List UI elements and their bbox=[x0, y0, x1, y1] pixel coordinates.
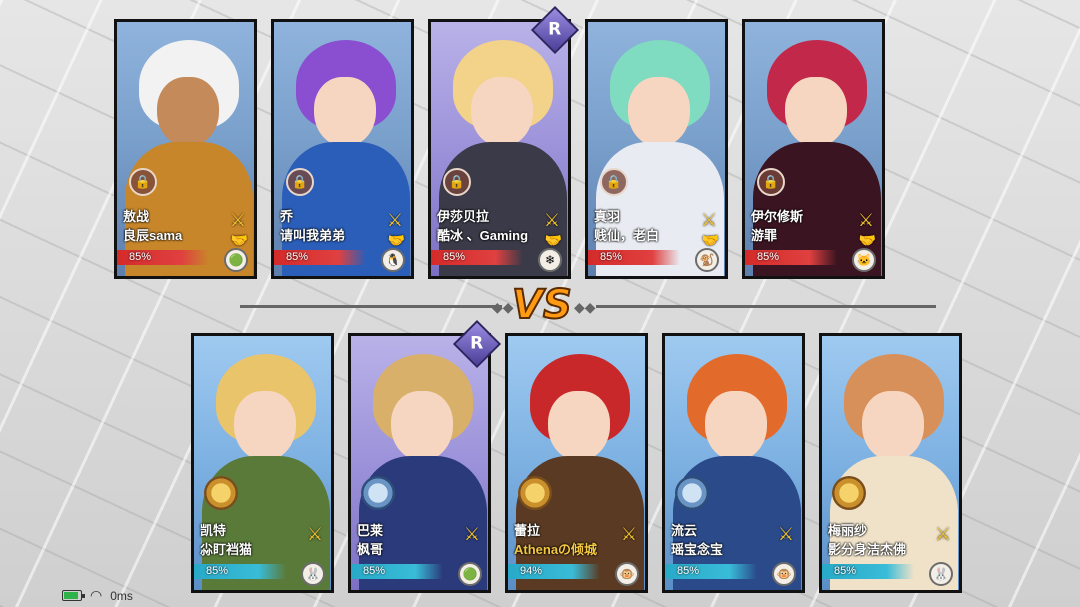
player-avatar: 🐱 bbox=[852, 248, 876, 272]
player-name: 枫哥 bbox=[357, 542, 384, 557]
handshake-icon: 🤝 bbox=[544, 232, 562, 248]
load-progress: 85% bbox=[757, 251, 780, 263]
load-progress: 94% bbox=[520, 565, 543, 577]
hero-card-bottom-4[interactable]: 流云 瑶宝念宝 ⚔ 85% 🐵 bbox=[662, 333, 805, 593]
rank-medal-icon bbox=[675, 476, 709, 510]
sword-icon: ⚔ bbox=[777, 524, 794, 544]
sword-icon: ⚔ bbox=[386, 210, 403, 230]
rank-medal-icon bbox=[204, 476, 238, 510]
lock-icon: 🔒 bbox=[129, 168, 157, 196]
sword-icon: ⚔ bbox=[934, 524, 951, 544]
sword-icon: ⚔ bbox=[306, 524, 323, 544]
hero-card-top-1[interactable]: 🔒 敖战 良辰sama ⚔ 🤝 85% 🟢 bbox=[114, 19, 257, 279]
hero-card-bottom-5[interactable]: 梅丽纱 影分身洁杰佛 ⚔ 85% 🐰 bbox=[819, 333, 962, 593]
hero-card-top-2[interactable]: 🔒 乔 请叫我弟弟 ⚔ 🤝 85% 🐧 bbox=[271, 19, 414, 279]
vs-divider-right bbox=[596, 305, 936, 308]
sword-icon: ⚔ bbox=[620, 524, 637, 544]
hero-name: 蕾拉 bbox=[514, 523, 541, 538]
sword-icon: ⚔ bbox=[463, 524, 480, 544]
hero-name: 敖战 bbox=[123, 209, 150, 224]
player-name: 尛盯裆猫 bbox=[200, 542, 253, 557]
sword-icon: ⚔ bbox=[543, 210, 560, 230]
hero-card-bottom-1[interactable]: 凯特 尛盯裆猫 ⚔ 85% 🐰 bbox=[191, 333, 334, 593]
handshake-icon: 🤝 bbox=[701, 232, 719, 248]
hero-name: 流云 bbox=[671, 523, 698, 538]
load-progress: 85% bbox=[834, 565, 857, 577]
vs-divider-left bbox=[240, 305, 502, 308]
hero-name: 凯特 bbox=[200, 523, 227, 538]
handshake-icon: 🤝 bbox=[230, 232, 248, 248]
vs-text: VS bbox=[511, 281, 573, 329]
wifi-icon: ◠ bbox=[90, 587, 103, 603]
player-avatar: 🐰 bbox=[301, 562, 325, 586]
divider-arrow-left-icon: ◆◆ bbox=[492, 299, 514, 315]
lock-icon: 🔒 bbox=[600, 168, 628, 196]
hero-card-bottom-3[interactable]: 蕾拉 Athenaの倾城 ⚔ 94% 🐵 bbox=[505, 333, 648, 593]
load-progress: 85% bbox=[443, 251, 466, 263]
lock-icon: 🔒 bbox=[757, 168, 785, 196]
player-avatar: 🐰 bbox=[929, 562, 953, 586]
load-progress: 85% bbox=[677, 565, 700, 577]
bottom-team: 凯特 尛盯裆猫 ⚔ 85% 🐰 巴莱 枫哥 ⚔ 85% 🟢 蕾拉 Athenaの… bbox=[191, 333, 962, 593]
hero-name: 巴莱 bbox=[357, 523, 384, 538]
divider-arrow-right-icon: ◆◆ bbox=[574, 299, 596, 315]
rank-medal-icon bbox=[832, 476, 866, 510]
hero-name: 梅丽纱 bbox=[828, 523, 868, 538]
rank-medal-icon bbox=[361, 476, 395, 510]
load-progress: 85% bbox=[206, 565, 229, 577]
battery-icon bbox=[62, 590, 85, 601]
player-name: 影分身洁杰佛 bbox=[828, 542, 907, 557]
player-name: 贱仙，老白 bbox=[594, 228, 660, 243]
player-avatar: 🟢 bbox=[224, 248, 248, 272]
hero-card-top-4[interactable]: 🔒 真羽 贱仙，老白 ⚔ 🤝 85% 🐒 bbox=[585, 19, 728, 279]
player-name: 游罪 bbox=[751, 228, 778, 243]
player-avatar: 🐧 bbox=[381, 248, 405, 272]
player-name: 酷冰 、Gaming bbox=[437, 228, 529, 243]
handshake-icon: 🤝 bbox=[858, 232, 876, 248]
player-avatar: ❄ bbox=[538, 248, 562, 272]
player-name: 请叫我弟弟 bbox=[280, 228, 346, 243]
ping-value: 0ms bbox=[110, 588, 133, 603]
player-name: 瑶宝念宝 bbox=[671, 542, 724, 557]
hero-card-bottom-2[interactable]: 巴莱 枫哥 ⚔ 85% 🟢 bbox=[348, 333, 491, 593]
vs-emblem: VS bbox=[511, 281, 573, 329]
hero-name: 真羽 bbox=[594, 209, 621, 224]
hero-card-top-5[interactable]: 🔒 伊尔修斯 游罪 ⚔ 🤝 85% 🐱 bbox=[742, 19, 885, 279]
player-name: 良辰sama bbox=[123, 228, 183, 243]
hero-card-top-3[interactable]: 🔒 伊莎贝拉 酷冰 、Gaming ⚔ 🤝 85% ❄ bbox=[428, 19, 571, 279]
sword-icon: ⚔ bbox=[857, 210, 874, 230]
top-team: 🔒 敖战 良辰sama ⚔ 🤝 85% 🟢 🔒 乔 请叫我弟弟 ⚔ 🤝 85% … bbox=[114, 19, 885, 279]
sword-icon: ⚔ bbox=[700, 210, 717, 230]
player-name: Athenaの倾城 bbox=[514, 542, 598, 557]
player-avatar: 🟢 bbox=[458, 562, 482, 586]
player-avatar: 🐵 bbox=[772, 562, 796, 586]
load-progress: 85% bbox=[363, 565, 386, 577]
hero-name: 伊尔修斯 bbox=[751, 209, 804, 224]
load-progress: 85% bbox=[600, 251, 623, 263]
load-progress: 85% bbox=[286, 251, 309, 263]
sword-icon: ⚔ bbox=[229, 210, 246, 230]
lock-icon: 🔒 bbox=[443, 168, 471, 196]
lock-icon: 🔒 bbox=[286, 168, 314, 196]
player-avatar: 🐒 bbox=[695, 248, 719, 272]
hero-name: 乔 bbox=[280, 209, 294, 224]
player-avatar: 🐵 bbox=[615, 562, 639, 586]
hero-name: 伊莎贝拉 bbox=[437, 209, 490, 224]
status-bar: ◠ 0ms bbox=[62, 587, 133, 604]
load-progress: 85% bbox=[129, 251, 152, 263]
rank-medal-icon bbox=[518, 476, 552, 510]
handshake-icon: 🤝 bbox=[387, 232, 405, 248]
